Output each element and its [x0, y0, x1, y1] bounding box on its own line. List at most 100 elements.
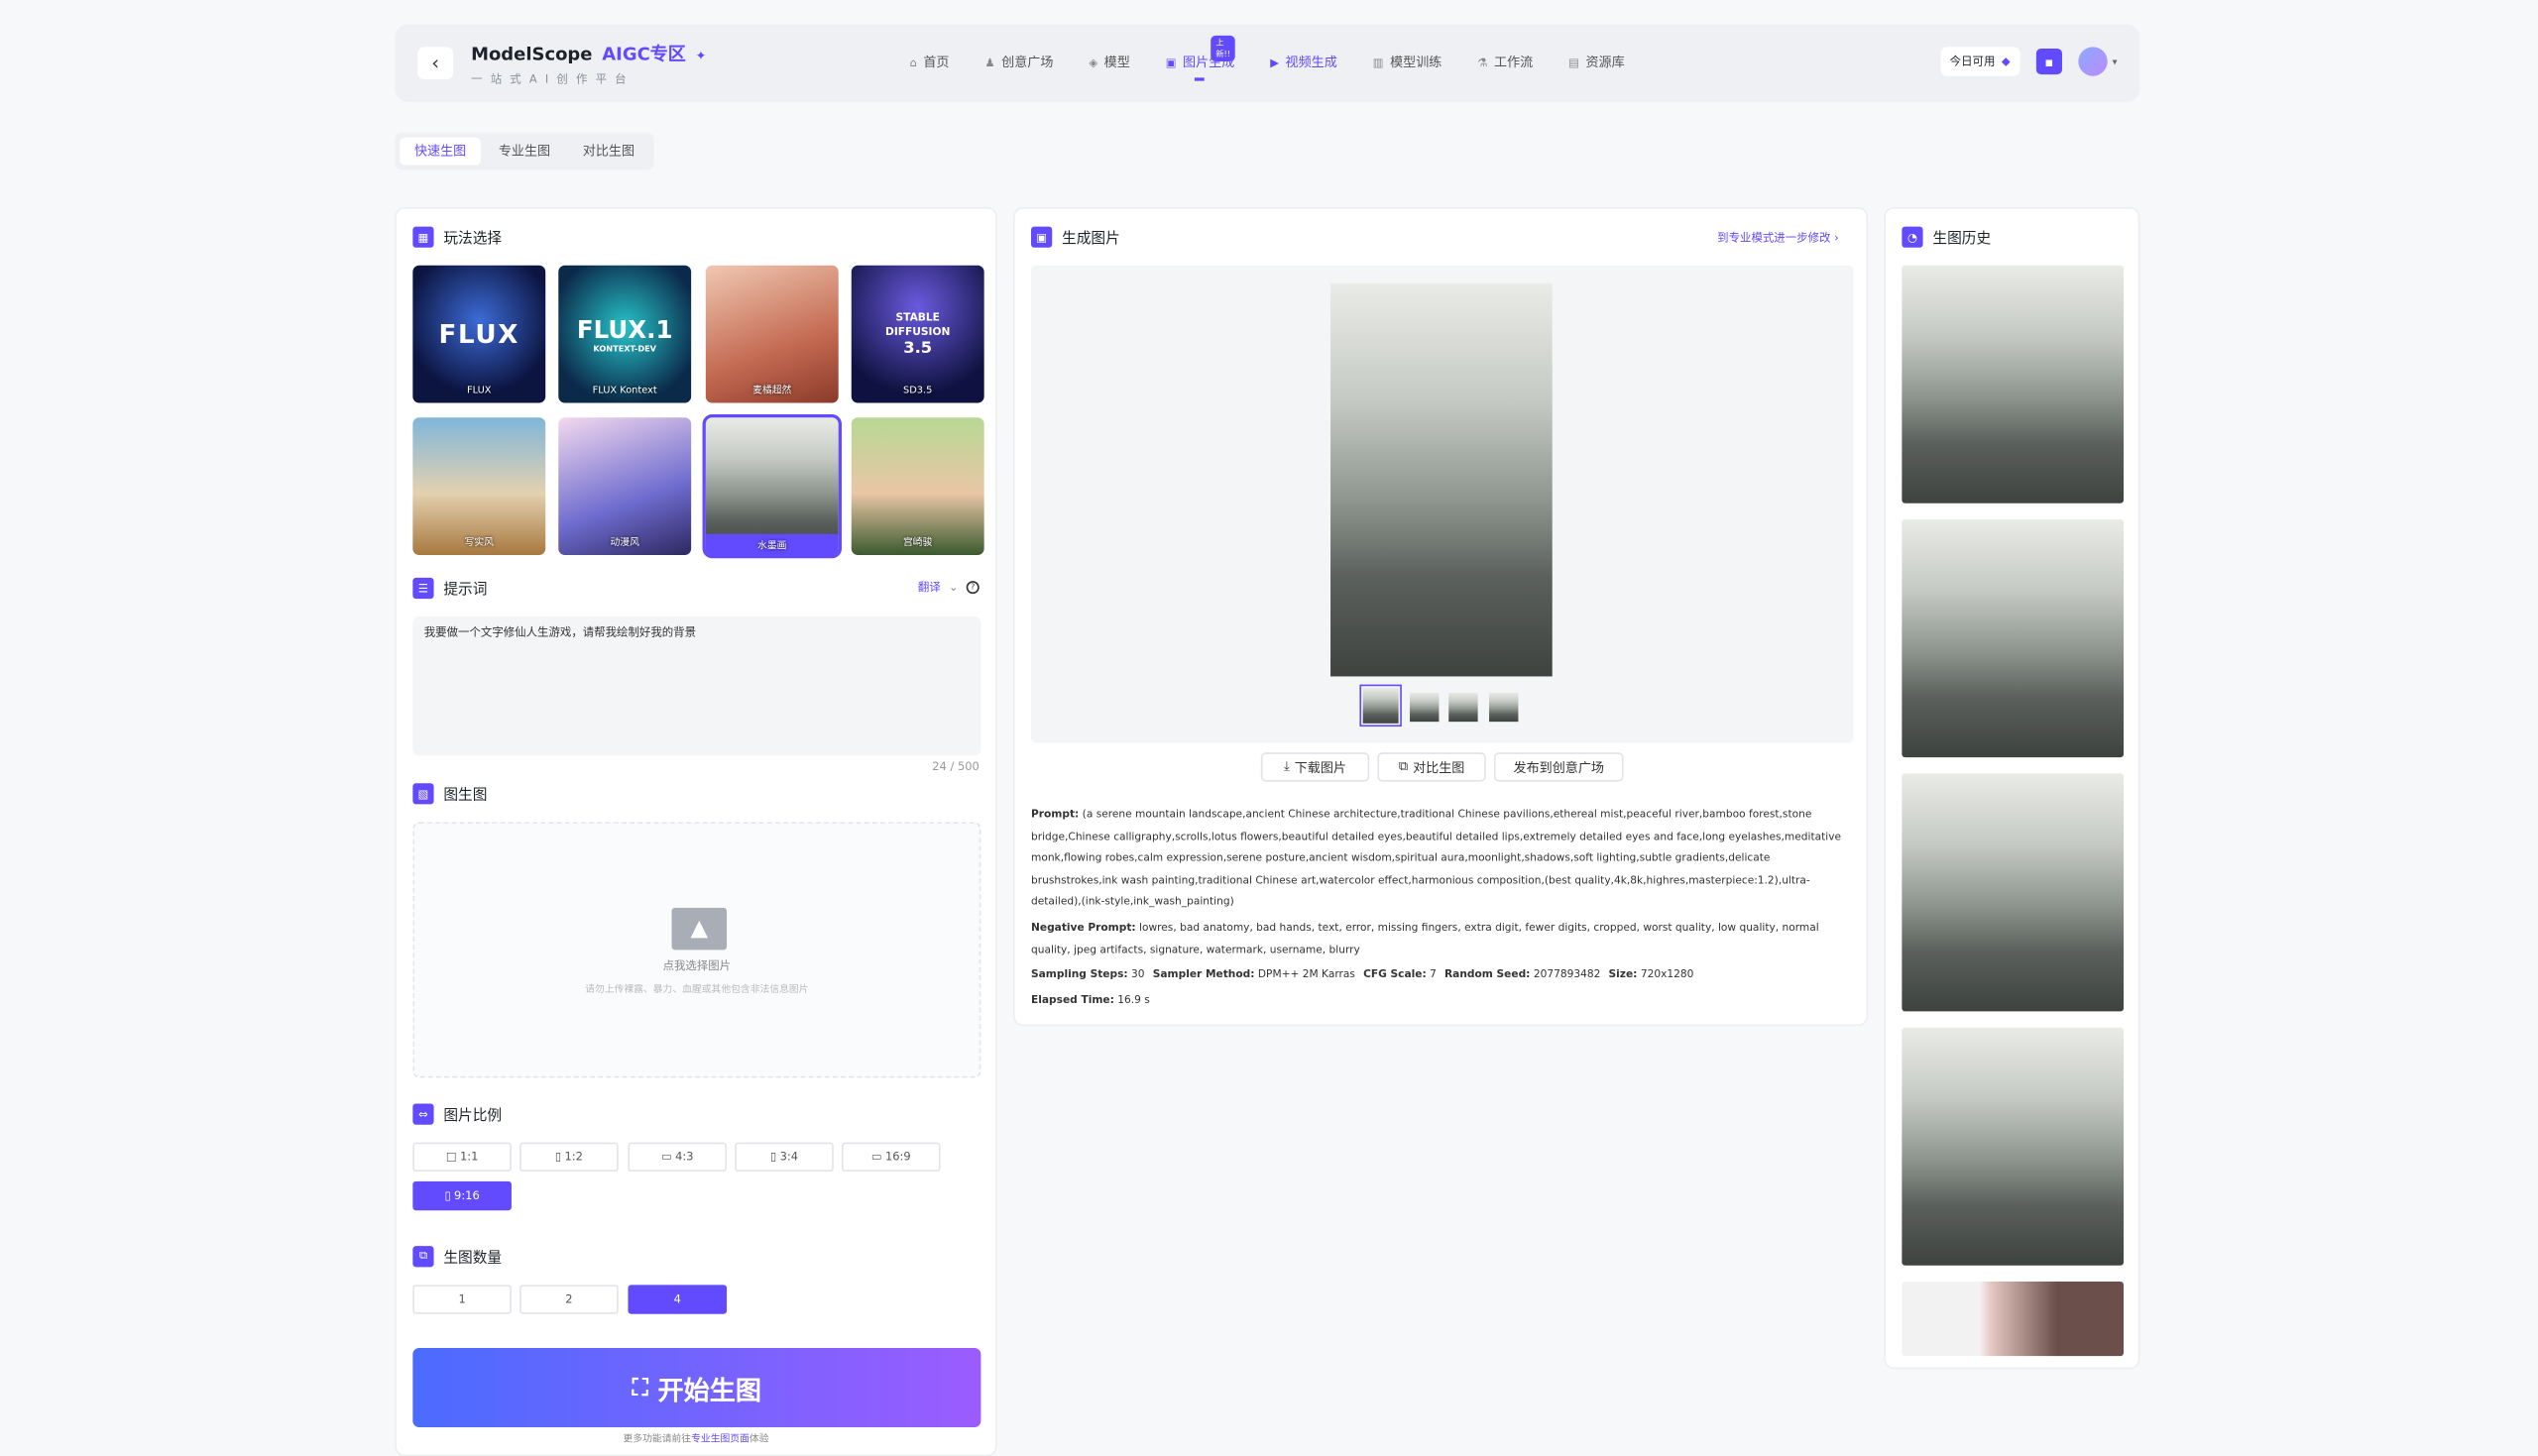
tab-compare[interactable]: 对比生图	[568, 138, 649, 166]
user-menu[interactable]: ▾	[2078, 47, 2118, 76]
thumbnail-2[interactable]	[1410, 692, 1440, 723]
style-card-majicmix[interactable]: 麦橘超然	[705, 265, 839, 403]
brand-subtitle: 一站式AI创作平台	[471, 72, 634, 86]
quota-button[interactable]: 今日可用 ◆	[1939, 47, 2020, 76]
pro-page-link[interactable]: 专业生图页面	[691, 1434, 750, 1445]
tab-pro[interactable]: 专业生图	[484, 138, 565, 166]
count-1[interactable]: 1	[412, 1285, 512, 1314]
image-upload-area[interactable]: ▲ 点我选择图片 请勿上传裸露、暴力、血腥或其他包含非法信息图片	[412, 822, 981, 1078]
document-icon: ▧	[412, 783, 434, 805]
count-section-title: ⧉ 生图数量	[412, 1246, 502, 1268]
image-icon: ▣	[1165, 56, 1177, 69]
publish-button[interactable]: 发布到创意广场	[1493, 752, 1624, 782]
ratio-3-4[interactable]: ▯ 3:4	[735, 1142, 834, 1173]
pro-mode-link[interactable]: 到专业模式进一步修改 ›	[1717, 230, 1839, 246]
prompt-section-title: ☰ 提示词	[412, 577, 487, 600]
thumbnail-4[interactable]	[1489, 692, 1519, 723]
style-card-realistic[interactable]: 写实风	[412, 417, 546, 555]
ratio-9-16[interactable]: ▯ 9:16	[412, 1180, 512, 1211]
copy-icon: ⧉	[412, 1246, 434, 1268]
new-badge: 上新!!	[1211, 35, 1235, 62]
flow-icon: ⚗	[1477, 56, 1488, 69]
image-icon: ▣	[1031, 226, 1053, 248]
ratio-1-1[interactable]: □ 1:1	[412, 1142, 512, 1173]
history-image-4[interactable]	[1902, 1027, 2125, 1266]
diamond-icon: ◆	[2001, 55, 2011, 68]
prompt-input[interactable]: 我要做一个文字修仙人生游戏，请帮我绘制好我的背景	[412, 616, 981, 756]
brand-name: ModelScope	[471, 44, 593, 65]
landscape-icon: ▭	[661, 1150, 672, 1164]
history-icon: ◔	[1902, 226, 1923, 248]
chevron-right-icon: ›	[1834, 231, 1839, 245]
wide-icon: ▭	[870, 1150, 882, 1164]
history-image-3[interactable]	[1902, 773, 2125, 1012]
nav-video-gen[interactable]: ▶ 视频生成	[1270, 54, 1337, 71]
thumbnail-3[interactable]	[1448, 692, 1478, 723]
img2img-section-title: ▧ 图生图	[412, 783, 487, 805]
history-image-5[interactable]	[1902, 1282, 2125, 1357]
ratio-section-title: ⇔ 图片比例	[412, 1103, 502, 1125]
ratio-1-2[interactable]: ▯ 1:2	[519, 1142, 619, 1173]
portrait-icon: ▯	[770, 1150, 777, 1164]
style-card-flux[interactable]: FLUX FLUX	[412, 265, 546, 403]
list-icon: ☰	[412, 577, 434, 600]
ratio-4-3[interactable]: ▭ 4:3	[628, 1142, 728, 1173]
generate-button[interactable]: ⛶ 开始生图	[412, 1348, 981, 1427]
center-panel: ▣ 生成图片 到专业模式进一步修改 › ⤓ 下载图片 ⧉ 对比生图 发布到创意广场 P…	[1013, 206, 1869, 1027]
video-icon: ▶	[1270, 56, 1280, 69]
style-card-ink[interactable]: 水墨画	[702, 413, 842, 559]
thumbnail-1[interactable]	[1359, 684, 1402, 728]
download-button[interactable]: ⤓ 下载图片	[1260, 752, 1370, 782]
result-section-title: ▣ 生成图片	[1031, 226, 1120, 248]
upload-hint: 请勿上传裸露、暴力、血腥或其他包含非法信息图片	[585, 983, 809, 996]
nav-creative-square[interactable]: ♟ 创意广场	[984, 54, 1053, 71]
brand[interactable]: ModelScope AIGC专区 ✦ 一站式AI创作平台	[471, 41, 706, 87]
tab-quick[interactable]: 快速生图	[400, 137, 481, 166]
style-card-ghibli[interactable]: 宫崎骏	[851, 417, 984, 555]
back-button[interactable]: ‹	[417, 47, 454, 79]
image-placeholder-icon: ▲	[671, 907, 728, 951]
style-card-flux-kontext[interactable]: FLUX.1 KONTEXT-DEV FLUX Kontext	[558, 265, 692, 403]
download-icon: ⤓	[1284, 758, 1290, 774]
nav-workflow[interactable]: ⚗ 工作流	[1477, 54, 1533, 71]
cube-icon: ◈	[1089, 56, 1098, 69]
ratio-icon: ⇔	[412, 1103, 434, 1125]
prompt-char-count: 24 / 500	[932, 760, 980, 774]
flux-logo-text: FLUX	[438, 318, 519, 350]
count-2[interactable]: 2	[519, 1285, 619, 1314]
translate-toggle[interactable]: 翻译 ⌄?	[918, 579, 980, 595]
style-card-sd35[interactable]: STABLE DIFFUSION 3.5 SD3.5	[851, 265, 984, 403]
history-image-2[interactable]	[1902, 519, 2125, 758]
nav-models[interactable]: ◈ 模型	[1089, 54, 1129, 71]
count-4[interactable]: 4	[628, 1285, 728, 1314]
generated-image[interactable]	[1330, 282, 1553, 677]
mode-tabs: 快速生图 专业生图 对比生图	[395, 132, 654, 170]
chevron-down-icon: ▾	[2112, 56, 2118, 67]
footer-note: 更多功能请前往专业生图页面体验	[623, 1433, 769, 1445]
style-card-anime[interactable]: 动漫风	[558, 417, 692, 555]
nav-image-gen[interactable]: ▣ 图片生成 上新!!	[1165, 35, 1235, 71]
help-icon[interactable]: ?	[966, 581, 980, 595]
sparkle-icon: ✦	[695, 48, 707, 63]
portrait-icon: ▯	[554, 1150, 562, 1164]
nav-model-training[interactable]: ▥ 模型训练	[1373, 54, 1442, 71]
nav-home[interactable]: ⌂ 首页	[910, 54, 950, 71]
upload-text: 点我选择图片	[662, 959, 732, 973]
left-panel: ▦ 玩法选择 FLUX FLUX FLUX.1 KONTEXT-DEV FLUX K…	[395, 206, 997, 1456]
nav-resources[interactable]: ▤ 资源库	[1568, 54, 1625, 71]
message-icon[interactable]: ▪	[2035, 48, 2062, 75]
chevron-left-icon: ‹	[431, 52, 440, 75]
compare-button[interactable]: ⧉ 对比生图	[1377, 752, 1486, 782]
chevron-down-icon: ⌄	[948, 581, 959, 595]
home-icon: ⌂	[909, 56, 917, 69]
user-icon: ♟	[984, 56, 995, 69]
history-section-title: ◔ 生图历史	[1902, 226, 1991, 248]
square-icon: □	[445, 1150, 457, 1164]
compare-icon: ⧉	[1398, 758, 1409, 774]
ratio-16-9[interactable]: ▭ 16:9	[841, 1142, 941, 1173]
history-panel: ◔ 生图历史	[1884, 206, 2140, 1370]
top-header: ‹ ModelScope AIGC专区 ✦ 一站式AI创作平台 ⌂ 首页 ♟ 创意广…	[395, 24, 2140, 102]
elapsed-info: Elapsed Time: 16.9 s	[1031, 993, 1150, 1007]
flux1-logo-text: FLUX.1	[576, 314, 673, 344]
history-image-1[interactable]	[1902, 265, 2125, 504]
